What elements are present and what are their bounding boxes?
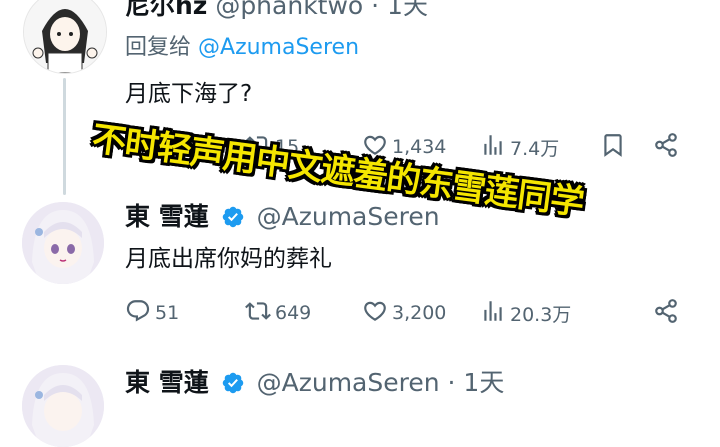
replying-to-line: 回复给 @AzumaSeren (125, 34, 359, 62)
share-icon (653, 298, 683, 329)
views-icon (480, 132, 510, 163)
avatar-azumaseren[interactable] (22, 365, 104, 447)
retweet-count: 15 (275, 136, 300, 158)
display-name[interactable]: 尼尔hz (125, 0, 207, 20)
bookmark-icon (600, 132, 630, 163)
display-name[interactable]: 東 雪蓮 (125, 202, 209, 231)
verified-badge-icon (221, 371, 245, 395)
retweet-icon (245, 298, 275, 329)
like-button[interactable]: 3,200 (362, 297, 446, 329)
handle-and-time[interactable]: @AzumaSeren · 1天 (257, 368, 505, 397)
views-button[interactable]: 20.3万 (480, 297, 571, 329)
next-tweet-header: 東 雪蓮 @AzumaSeren · 1天 (125, 368, 504, 398)
reply-tweet-actions: 15 1,434 7.4万 (125, 131, 695, 163)
views-icon (480, 298, 510, 329)
views-count: 7.4万 (510, 137, 560, 160)
handle[interactable]: @AzumaSeren (257, 202, 440, 231)
bookmark-button[interactable] (600, 131, 630, 163)
retweet-count: 649 (275, 302, 312, 324)
main-tweet-header: 東 雪蓮 @AzumaSeren (125, 202, 440, 232)
like-icon (362, 298, 392, 329)
reply-tweet-text: 月底下海了? (125, 81, 253, 107)
reply-button[interactable]: 51 (125, 297, 179, 329)
reply-count: 51 (155, 302, 180, 324)
share-button[interactable] (653, 297, 683, 329)
reply-tweet-header: 尼尔hz @phanktwo · 1天 (125, 0, 428, 21)
share-button[interactable] (653, 131, 683, 163)
like-button[interactable]: 1,434 (362, 131, 446, 163)
main-tweet-text: 月底出席你妈的葬礼 (125, 246, 332, 272)
like-count: 1,434 (392, 136, 447, 158)
main-tweet-actions: 51 649 3,200 20.3万 (125, 297, 695, 329)
views-button[interactable]: 7.4万 (480, 131, 559, 163)
views-count: 20.3万 (510, 303, 572, 326)
replying-to-mention[interactable]: @AzumaSeren (198, 35, 359, 60)
handle-and-time[interactable]: @phanktwo · 1天 (215, 0, 428, 20)
share-icon (653, 132, 683, 163)
retweet-icon (245, 132, 275, 163)
like-count: 3,200 (392, 302, 447, 324)
avatar-phanktwo[interactable] (23, 0, 107, 74)
avatar-azumaseren[interactable] (22, 202, 104, 284)
retweet-button[interactable]: 649 (245, 297, 311, 329)
reply-icon (125, 298, 155, 329)
replying-to-label: 回复给 (125, 35, 192, 60)
display-name[interactable]: 東 雪蓮 (125, 368, 209, 397)
thread-connector-line (63, 78, 66, 195)
retweet-button[interactable]: 15 (245, 131, 299, 163)
like-icon (362, 132, 392, 163)
verified-badge-icon (221, 205, 245, 229)
